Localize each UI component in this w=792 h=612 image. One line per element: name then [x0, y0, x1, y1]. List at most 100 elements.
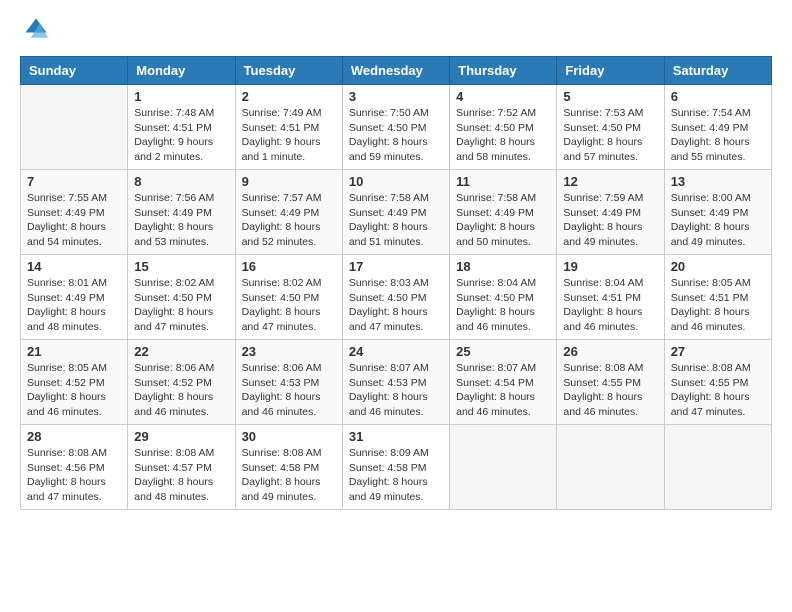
day-number: 25	[456, 344, 550, 359]
col-header-wednesday: Wednesday	[342, 57, 449, 85]
sunrise-label: Sunrise: 7:57 AM	[242, 192, 322, 204]
sunrise-label: Sunrise: 8:08 AM	[671, 362, 751, 374]
sunset-label: Sunset: 4:49 PM	[456, 207, 534, 219]
day-number: 4	[456, 89, 550, 104]
day-info: Sunrise: 8:08 AM Sunset: 4:58 PM Dayligh…	[242, 446, 336, 505]
daylight-label: Daylight: 8 hours and 46 minutes.	[671, 306, 750, 333]
calendar-header-row: SundayMondayTuesdayWednesdayThursdayFrid…	[21, 57, 772, 85]
header	[20, 15, 772, 48]
sunrise-label: Sunrise: 8:07 AM	[456, 362, 536, 374]
day-info: Sunrise: 8:07 AM Sunset: 4:53 PM Dayligh…	[349, 361, 443, 420]
sunrise-label: Sunrise: 7:48 AM	[134, 107, 214, 119]
logo	[20, 15, 50, 48]
daylight-label: Daylight: 8 hours and 50 minutes.	[456, 221, 535, 248]
sunrise-label: Sunrise: 7:49 AM	[242, 107, 322, 119]
day-number: 11	[456, 174, 550, 189]
sunset-label: Sunset: 4:51 PM	[134, 122, 212, 134]
sunset-label: Sunset: 4:54 PM	[456, 377, 534, 389]
sunset-label: Sunset: 4:49 PM	[242, 207, 320, 219]
day-number: 30	[242, 429, 336, 444]
day-info: Sunrise: 7:49 AM Sunset: 4:51 PM Dayligh…	[242, 106, 336, 165]
calendar-cell: 2 Sunrise: 7:49 AM Sunset: 4:51 PM Dayli…	[235, 85, 342, 170]
daylight-label: Daylight: 8 hours and 49 minutes.	[671, 221, 750, 248]
day-number: 29	[134, 429, 228, 444]
day-info: Sunrise: 7:59 AM Sunset: 4:49 PM Dayligh…	[563, 191, 657, 250]
sunrise-label: Sunrise: 7:54 AM	[671, 107, 751, 119]
calendar-cell: 23 Sunrise: 8:06 AM Sunset: 4:53 PM Dayl…	[235, 340, 342, 425]
sunset-label: Sunset: 4:53 PM	[349, 377, 427, 389]
day-info: Sunrise: 7:57 AM Sunset: 4:49 PM Dayligh…	[242, 191, 336, 250]
daylight-label: Daylight: 8 hours and 46 minutes.	[242, 391, 321, 418]
calendar-cell: 8 Sunrise: 7:56 AM Sunset: 4:49 PM Dayli…	[128, 170, 235, 255]
sunset-label: Sunset: 4:55 PM	[671, 377, 749, 389]
daylight-label: Daylight: 8 hours and 46 minutes.	[563, 391, 642, 418]
col-header-saturday: Saturday	[664, 57, 771, 85]
day-info: Sunrise: 7:53 AM Sunset: 4:50 PM Dayligh…	[563, 106, 657, 165]
sunrise-label: Sunrise: 7:55 AM	[27, 192, 107, 204]
daylight-label: Daylight: 8 hours and 46 minutes.	[563, 306, 642, 333]
daylight-label: Daylight: 8 hours and 49 minutes.	[242, 476, 321, 503]
day-info: Sunrise: 7:50 AM Sunset: 4:50 PM Dayligh…	[349, 106, 443, 165]
sunrise-label: Sunrise: 8:01 AM	[27, 277, 107, 289]
day-number: 7	[27, 174, 121, 189]
day-number: 2	[242, 89, 336, 104]
day-info: Sunrise: 8:08 AM Sunset: 4:56 PM Dayligh…	[27, 446, 121, 505]
day-info: Sunrise: 7:58 AM Sunset: 4:49 PM Dayligh…	[456, 191, 550, 250]
daylight-label: Daylight: 8 hours and 47 minutes.	[671, 391, 750, 418]
day-number: 21	[27, 344, 121, 359]
calendar-cell: 21 Sunrise: 8:05 AM Sunset: 4:52 PM Dayl…	[21, 340, 128, 425]
sunrise-label: Sunrise: 8:08 AM	[242, 447, 322, 459]
sunset-label: Sunset: 4:50 PM	[349, 292, 427, 304]
col-header-tuesday: Tuesday	[235, 57, 342, 85]
calendar-cell: 27 Sunrise: 8:08 AM Sunset: 4:55 PM Dayl…	[664, 340, 771, 425]
sunset-label: Sunset: 4:49 PM	[27, 207, 105, 219]
sunrise-label: Sunrise: 8:08 AM	[134, 447, 214, 459]
day-info: Sunrise: 7:54 AM Sunset: 4:49 PM Dayligh…	[671, 106, 765, 165]
sunrise-label: Sunrise: 8:04 AM	[563, 277, 643, 289]
calendar-cell: 1 Sunrise: 7:48 AM Sunset: 4:51 PM Dayli…	[128, 85, 235, 170]
sunrise-label: Sunrise: 8:02 AM	[242, 277, 322, 289]
calendar-cell: 13 Sunrise: 8:00 AM Sunset: 4:49 PM Dayl…	[664, 170, 771, 255]
daylight-label: Daylight: 8 hours and 53 minutes.	[134, 221, 213, 248]
day-number: 24	[349, 344, 443, 359]
col-header-sunday: Sunday	[21, 57, 128, 85]
day-number: 13	[671, 174, 765, 189]
sunset-label: Sunset: 4:49 PM	[671, 207, 749, 219]
sunrise-label: Sunrise: 8:02 AM	[134, 277, 214, 289]
col-header-friday: Friday	[557, 57, 664, 85]
day-info: Sunrise: 8:05 AM Sunset: 4:51 PM Dayligh…	[671, 276, 765, 335]
sunset-label: Sunset: 4:50 PM	[563, 122, 641, 134]
sunrise-label: Sunrise: 8:03 AM	[349, 277, 429, 289]
calendar-cell	[664, 425, 771, 510]
sunrise-label: Sunrise: 8:07 AM	[349, 362, 429, 374]
calendar-cell: 9 Sunrise: 7:57 AM Sunset: 4:49 PM Dayli…	[235, 170, 342, 255]
day-number: 20	[671, 259, 765, 274]
day-number: 8	[134, 174, 228, 189]
daylight-label: Daylight: 8 hours and 47 minutes.	[242, 306, 321, 333]
day-info: Sunrise: 8:08 AM Sunset: 4:55 PM Dayligh…	[563, 361, 657, 420]
day-number: 9	[242, 174, 336, 189]
sunset-label: Sunset: 4:50 PM	[242, 292, 320, 304]
calendar-cell: 31 Sunrise: 8:09 AM Sunset: 4:58 PM Dayl…	[342, 425, 449, 510]
sunset-label: Sunset: 4:52 PM	[27, 377, 105, 389]
sunset-label: Sunset: 4:56 PM	[27, 462, 105, 474]
day-number: 16	[242, 259, 336, 274]
daylight-label: Daylight: 9 hours and 2 minutes.	[134, 136, 213, 163]
daylight-label: Daylight: 8 hours and 51 minutes.	[349, 221, 428, 248]
sunset-label: Sunset: 4:52 PM	[134, 377, 212, 389]
sunrise-label: Sunrise: 8:06 AM	[242, 362, 322, 374]
calendar-week-row: 28 Sunrise: 8:08 AM Sunset: 4:56 PM Dayl…	[21, 425, 772, 510]
sunrise-label: Sunrise: 8:08 AM	[27, 447, 107, 459]
calendar-cell: 29 Sunrise: 8:08 AM Sunset: 4:57 PM Dayl…	[128, 425, 235, 510]
calendar-week-row: 1 Sunrise: 7:48 AM Sunset: 4:51 PM Dayli…	[21, 85, 772, 170]
day-info: Sunrise: 8:04 AM Sunset: 4:51 PM Dayligh…	[563, 276, 657, 335]
day-number: 27	[671, 344, 765, 359]
sunset-label: Sunset: 4:49 PM	[349, 207, 427, 219]
calendar-week-row: 7 Sunrise: 7:55 AM Sunset: 4:49 PM Dayli…	[21, 170, 772, 255]
sunrise-label: Sunrise: 8:05 AM	[671, 277, 751, 289]
page: SundayMondayTuesdayWednesdayThursdayFrid…	[0, 0, 792, 612]
day-info: Sunrise: 8:02 AM Sunset: 4:50 PM Dayligh…	[134, 276, 228, 335]
sunset-label: Sunset: 4:57 PM	[134, 462, 212, 474]
col-header-monday: Monday	[128, 57, 235, 85]
calendar-cell: 19 Sunrise: 8:04 AM Sunset: 4:51 PM Dayl…	[557, 255, 664, 340]
